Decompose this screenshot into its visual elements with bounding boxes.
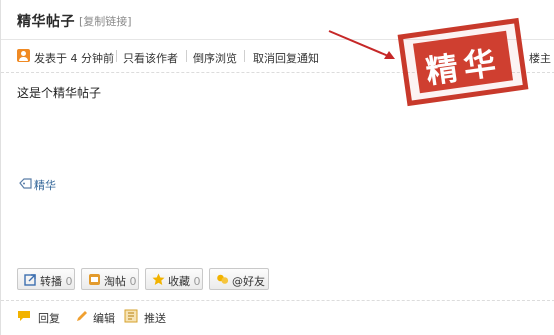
- at-friends-icon: [217, 274, 229, 284]
- divider: [186, 50, 187, 62]
- stamp-inner: 精华: [412, 30, 514, 94]
- tao-count: 0: [129, 275, 137, 288]
- pencil-icon: [77, 311, 87, 321]
- reply-icon: [18, 311, 30, 321]
- star-icon: [152, 273, 165, 285]
- push-button[interactable]: 推送: [144, 310, 166, 326]
- share-count: 0: [65, 275, 73, 288]
- stamp-text: 精华: [423, 42, 504, 92]
- edit-button[interactable]: 编辑: [93, 310, 115, 326]
- cancel-notify-link[interactable]: 取消回复通知: [253, 50, 319, 66]
- post-title: 精华帖子: [17, 14, 75, 30]
- reply-button[interactable]: 回复: [38, 310, 60, 326]
- tao-icon: [89, 274, 100, 285]
- at-friends-label: @好友: [232, 275, 265, 288]
- post-tag-link[interactable]: 精华: [34, 177, 56, 193]
- divider: [244, 50, 245, 62]
- at-friends-button[interactable]: @好友: [209, 268, 269, 290]
- reverse-view-link[interactable]: 倒序浏览: [193, 50, 237, 66]
- author-only-link[interactable]: 只看该作者: [123, 50, 178, 66]
- floor-label: 楼主: [529, 52, 551, 65]
- post-content: 这是个精华帖子: [17, 86, 102, 100]
- post-footer-toolbar: 回复 编辑 推送: [1, 300, 554, 335]
- share-icon: [24, 274, 36, 286]
- post-time: 发表于 4 分钟前: [34, 52, 114, 65]
- user-icon[interactable]: [17, 49, 30, 62]
- post-card: 精华帖子 [复制链接] 发表于 4 分钟前 只看该作者 倒序浏览 取消回复通知 …: [0, 0, 554, 335]
- favorite-count: 0: [193, 275, 201, 288]
- divider: [116, 50, 117, 62]
- tao-label: 淘帖: [104, 275, 126, 288]
- share-label: 转播: [40, 275, 62, 288]
- essence-stamp: 精华: [397, 17, 529, 107]
- favorite-label: 收藏: [168, 275, 190, 288]
- tao-button[interactable]: 淘帖 0: [81, 268, 139, 290]
- favorite-button[interactable]: 收藏 0: [145, 268, 203, 290]
- share-button[interactable]: 转播 0: [17, 268, 75, 290]
- tag-icon: [19, 178, 32, 189]
- arrow-icon: [328, 30, 395, 59]
- copy-link[interactable]: [复制链接]: [79, 13, 132, 29]
- push-icon: [124, 309, 138, 323]
